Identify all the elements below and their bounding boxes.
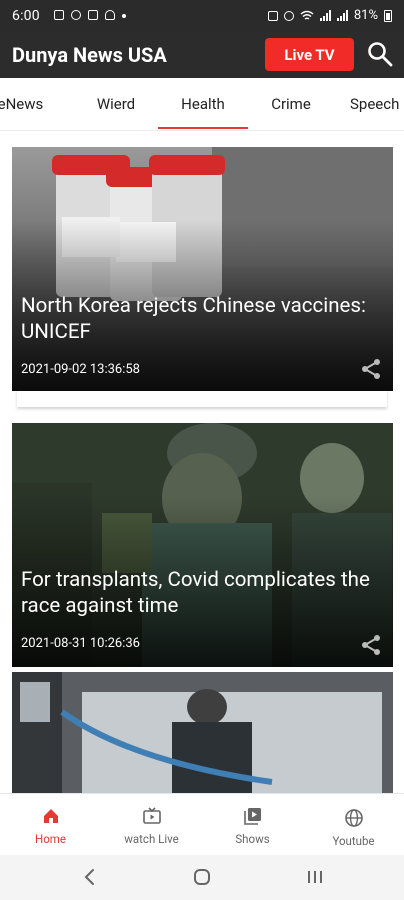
- nav-watch-live-label: watch Live: [124, 832, 179, 846]
- back-icon[interactable]: [82, 867, 98, 887]
- share-icon[interactable]: [359, 633, 383, 657]
- lock-icon: [267, 10, 278, 21]
- article-headline[interactable]: North Korea rejects Chinese vaccines: UN…: [21, 293, 387, 345]
- article-card[interactable]: [12, 672, 393, 793]
- signal-icon: [319, 10, 331, 21]
- signal-icon: [336, 10, 348, 21]
- card-shadow: [17, 389, 387, 407]
- tab-health[interactable]: Health: [158, 78, 248, 130]
- status-bar: 6:00 81%: [0, 0, 404, 32]
- article-date: 2021-09-02 13:36:58: [21, 362, 140, 377]
- news-feed[interactable]: North Korea rejects Chinese vaccines: UN…: [0, 131, 404, 793]
- alarm-icon: [283, 10, 294, 21]
- gallery-icon: [54, 10, 64, 20]
- battery-percent: 81%: [353, 8, 378, 23]
- ghost-icon: [71, 10, 81, 20]
- dot-icon: [122, 14, 126, 18]
- article-image: [12, 672, 393, 793]
- bottom-navigation: Home watch Live Shows Youtube: [0, 793, 404, 856]
- tab-speech[interactable]: Speech: [350, 78, 404, 130]
- tab-wierd[interactable]: Wierd: [78, 78, 154, 130]
- nav-home-label: Home: [35, 832, 66, 846]
- home-icon: [43, 809, 58, 823]
- tab-fakenews[interactable]: FakeNews: [0, 78, 78, 130]
- system-navigation-bar: [0, 855, 404, 900]
- globe-icon: [344, 809, 363, 827]
- battery-icon: [384, 9, 392, 22]
- share-icon[interactable]: [359, 357, 383, 381]
- nav-youtube[interactable]: Youtube: [303, 794, 404, 856]
- app-bar: Dunya News USA Live TV: [0, 32, 404, 78]
- article-headline[interactable]: For transplants, Covid complicates the r…: [21, 567, 387, 619]
- category-tabs: FakeNews Wierd Health Crime Speech: [0, 78, 404, 131]
- nav-home[interactable]: Home: [0, 794, 101, 856]
- search-icon[interactable]: [366, 40, 394, 68]
- nav-youtube-label: Youtube: [332, 834, 375, 848]
- wifi-icon: [300, 10, 314, 20]
- status-time: 6:00: [12, 8, 40, 24]
- article-card[interactable]: North Korea rejects Chinese vaccines: UN…: [12, 147, 393, 391]
- article-date: 2021-08-31 10:26:36: [21, 636, 140, 651]
- tab-crime[interactable]: Crime: [252, 78, 330, 130]
- video-library-icon: [243, 808, 261, 825]
- active-tab-indicator: [158, 127, 248, 129]
- live-tv-button[interactable]: Live TV: [265, 38, 354, 71]
- recents-icon[interactable]: [306, 867, 324, 887]
- upload-icon: [88, 10, 98, 20]
- nav-shows-label: Shows: [235, 832, 270, 846]
- article-card[interactable]: For transplants, Covid complicates the r…: [12, 423, 393, 667]
- app-title: Dunya News USA: [12, 43, 167, 67]
- status-right: 81%: [267, 8, 392, 23]
- home-circle-icon[interactable]: [193, 867, 211, 887]
- nav-watch-live[interactable]: watch Live: [101, 794, 202, 856]
- nav-shows[interactable]: Shows: [202, 794, 303, 856]
- status-left-icons: [54, 10, 126, 20]
- notification-bell-icon: [105, 10, 115, 20]
- tv-icon: [142, 807, 161, 824]
